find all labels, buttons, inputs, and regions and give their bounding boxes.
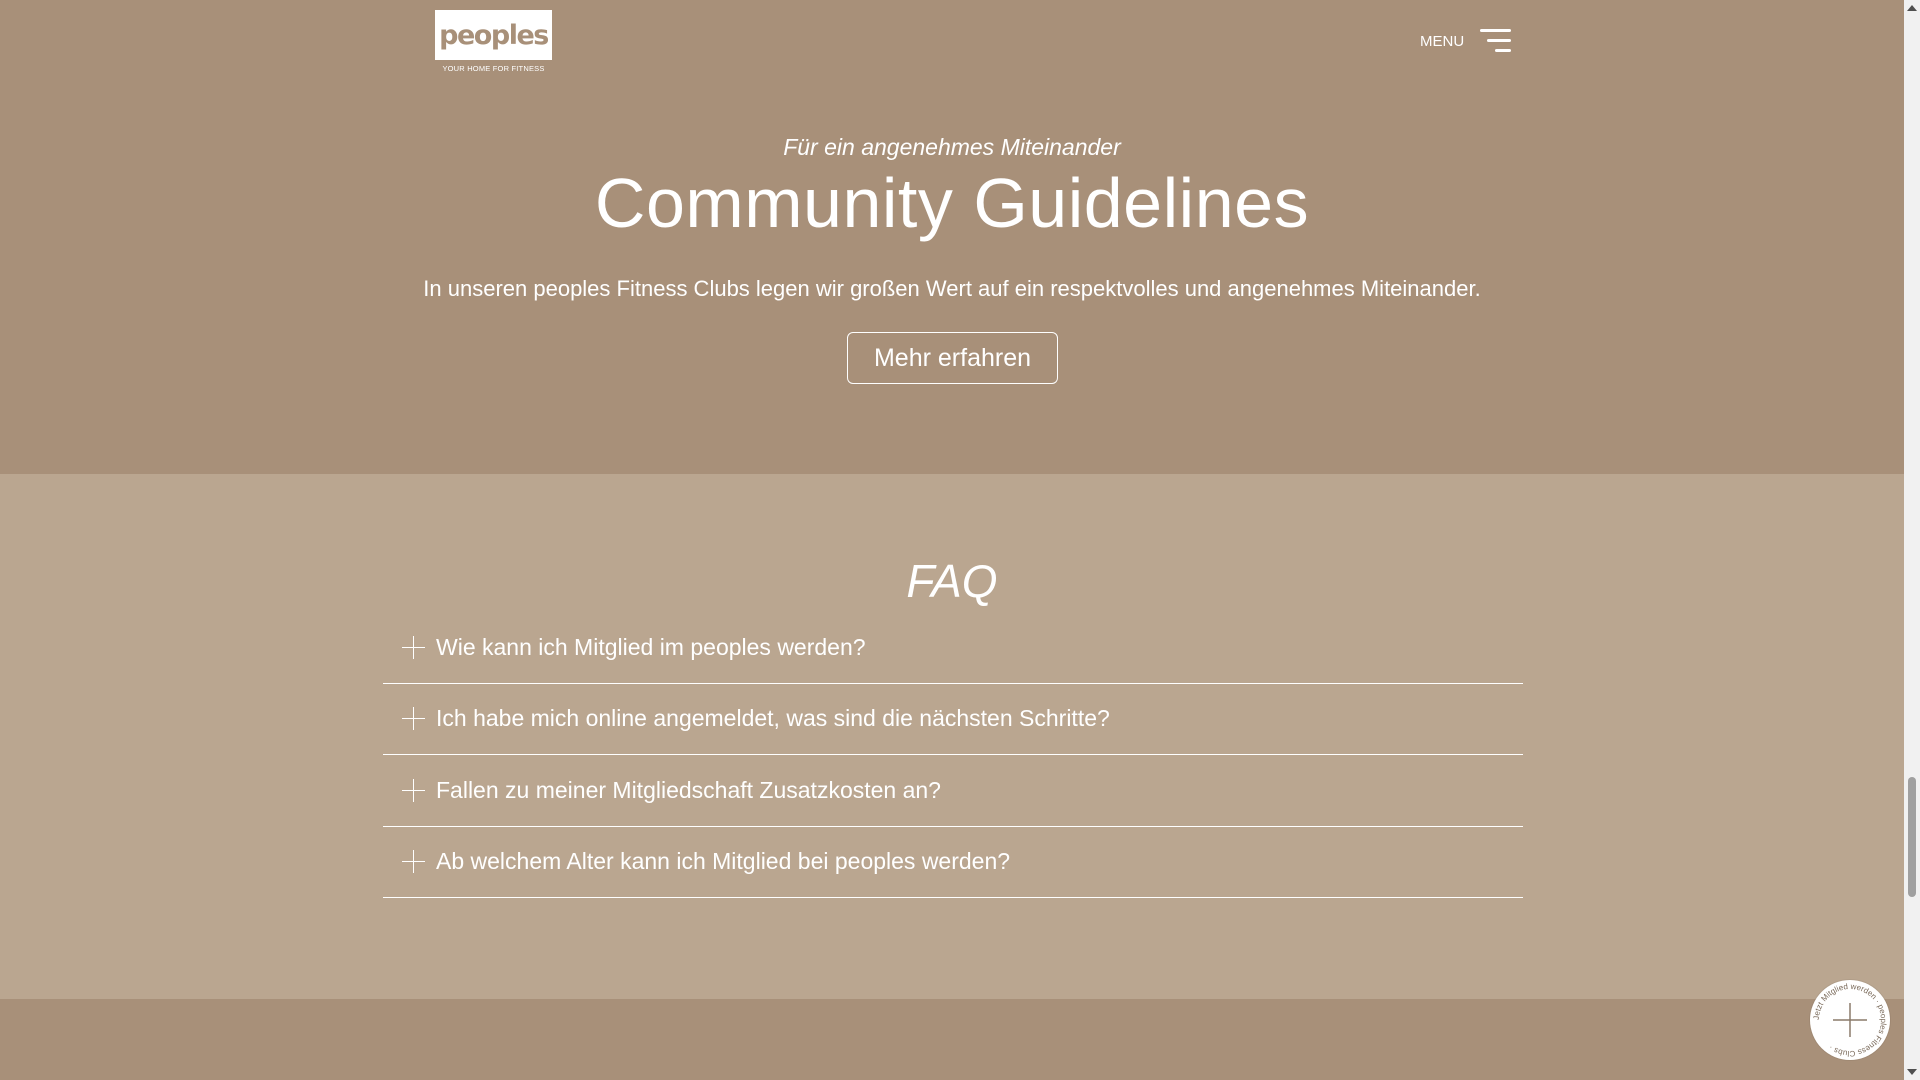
logo-tagline: YOUR HOME FOR FITNESS <box>442 64 545 73</box>
badge-graphic: Jetzt Mitglied werden · peoples Fitness … <box>1812 982 1888 1058</box>
menu-button[interactable]: MENU <box>1420 28 1512 54</box>
learn-more-button[interactable]: Mehr erfahren <box>847 332 1058 384</box>
plus-icon <box>402 778 425 802</box>
menu-label: MENU <box>1420 32 1465 50</box>
scroll-up-arrow-icon[interactable] <box>1904 0 1920 16</box>
logo-wordmark: peoples <box>439 19 549 51</box>
hamburger-icon <box>1480 28 1512 54</box>
page-title: Community Guidelines <box>594 164 1310 242</box>
hero-subtitle: Für ein angenehmes Miteinander <box>783 134 1121 160</box>
faq-item[interactable]: Wie kann ich Mitglied im peoples werden? <box>383 612 1523 684</box>
plus-icon <box>402 850 425 874</box>
page: peoples YOUR HOME FOR FITNESS MENU Für e… <box>0 0 1904 1080</box>
scroll-down-arrow-icon[interactable] <box>1904 1064 1920 1080</box>
scroll-thumb[interactable] <box>1908 777 1916 897</box>
join-membership-badge[interactable]: Jetzt Mitglied werden · peoples Fitness … <box>1810 980 1890 1060</box>
faq-question: Fallen zu meiner Mitgliedschaft Zusatzko… <box>436 776 941 803</box>
faq-item[interactable]: Fallen zu meiner Mitgliedschaft Zusatzko… <box>383 755 1523 827</box>
faq-item[interactable]: Ab welchem Alter kann ich Mitglied bei p… <box>383 827 1523 898</box>
faq-question: Ich habe mich online angemeldet, was sin… <box>436 705 1110 732</box>
hero-section: peoples YOUR HOME FOR FITNESS MENU Für e… <box>0 0 1904 474</box>
faq-title: FAQ <box>906 555 998 607</box>
next-section <box>0 999 1904 1080</box>
scrollbar[interactable] <box>1904 0 1920 1080</box>
faq-item[interactable]: Ich habe mich online angemeldet, was sin… <box>383 684 1523 755</box>
plus-icon <box>402 707 425 731</box>
faq-section: FAQ Wie kann ich Mitglied im peoples wer… <box>0 474 1904 999</box>
plus-icon <box>402 635 425 659</box>
hero-description: In unseren peoples Fitness Clubs legen w… <box>423 276 1481 301</box>
logo[interactable]: peoples YOUR HOME FOR FITNESS <box>435 10 552 74</box>
faq-question: Ab welchem Alter kann ich Mitglied bei p… <box>436 848 1011 875</box>
faq-question: Wie kann ich Mitglied im peoples werden? <box>436 633 866 660</box>
logo-box: peoples <box>435 10 552 60</box>
faq-list: Wie kann ich Mitglied im peoples werden?… <box>383 612 1523 898</box>
plus-icon <box>1833 1003 1867 1037</box>
